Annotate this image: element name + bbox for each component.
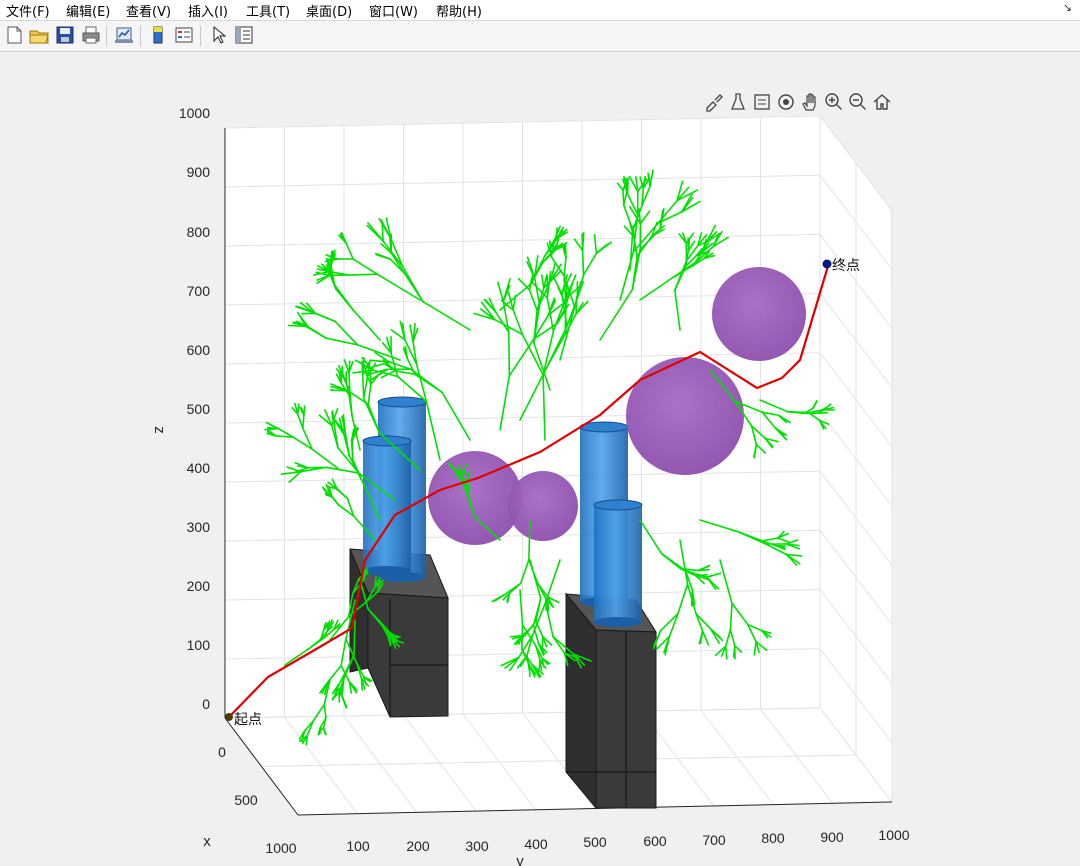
- pan-hand-icon[interactable]: [799, 91, 821, 113]
- zoom-in-icon[interactable]: [823, 91, 845, 113]
- z-tick-label: 400: [187, 460, 211, 476]
- tree-edge: [581, 249, 585, 276]
- start-point-marker: [225, 713, 233, 721]
- y-tick-label: 300: [465, 838, 489, 854]
- tree-edge: [467, 480, 470, 497]
- sphere-obstacle: [626, 357, 744, 475]
- y-tick-label: 700: [702, 832, 726, 848]
- home-icon[interactable]: [871, 91, 893, 113]
- end-point-marker: [822, 259, 832, 269]
- x-axis-label: x: [203, 833, 211, 850]
- brush-icon[interactable]: [703, 91, 725, 113]
- end-label: 终点: [832, 257, 860, 273]
- x-tick-label: 1000: [265, 840, 296, 856]
- tree-edge: [507, 331, 511, 377]
- y-tick-label: 1000: [878, 827, 909, 843]
- z-tick-label: 0: [202, 696, 210, 712]
- tree-edge: [353, 619, 356, 656]
- y-tick-label: 600: [643, 833, 667, 849]
- z-tick-label: 900: [187, 164, 211, 180]
- plot-3d-axes[interactable]: 1000 900 800 700 600 500 400 300 200 100…: [0, 0, 1080, 866]
- rotate-3d-icon[interactable]: [775, 91, 797, 113]
- z-tick-label: 700: [187, 283, 211, 299]
- x-tick-label: 0: [218, 744, 226, 760]
- tree-edge: [581, 231, 585, 252]
- z-tick-label: 200: [187, 578, 211, 594]
- z-axis-label: z: [151, 426, 168, 434]
- y-tick-label: 500: [583, 834, 607, 850]
- y-tick-label: 400: [524, 836, 548, 852]
- y-tick-label: 800: [761, 830, 785, 846]
- z-tick-label: 800: [187, 224, 211, 240]
- cylinder-obstacle: [593, 499, 643, 627]
- sphere-obstacle: [508, 471, 578, 541]
- tree-edge: [348, 360, 351, 374]
- x-tick-label: 500: [234, 792, 258, 808]
- sphere-obstacle: [712, 267, 806, 361]
- tree-edge: [774, 544, 787, 547]
- y-axis-label: y: [516, 853, 524, 866]
- tree-edge: [564, 245, 567, 259]
- tree-edge: [348, 273, 379, 276]
- zoom-out-icon[interactable]: [847, 91, 869, 113]
- z-tick-label: 300: [187, 519, 211, 535]
- data-tip-icon[interactable]: [727, 91, 749, 113]
- z-tick-label: 500: [187, 401, 211, 417]
- y-tick-label: 100: [346, 838, 370, 854]
- z-tick-label: 100: [187, 637, 211, 653]
- restore-view-icon[interactable]: [751, 91, 773, 113]
- z-tick-label: 600: [187, 342, 211, 358]
- y-tick-label: 900: [820, 829, 844, 845]
- y-tick-label: 200: [406, 838, 430, 854]
- tree-edge: [786, 410, 810, 414]
- tree-edge: [361, 374, 365, 400]
- tree-edge: [348, 371, 351, 392]
- start-label: 起点: [234, 711, 262, 727]
- cylinder-obstacle: [362, 435, 412, 576]
- tree-edge: [301, 414, 305, 430]
- tree-edge: [520, 624, 524, 651]
- tree-edge: [264, 427, 280, 431]
- tree-edge: [625, 178, 629, 190]
- z-tick-label: 1000: [179, 105, 210, 121]
